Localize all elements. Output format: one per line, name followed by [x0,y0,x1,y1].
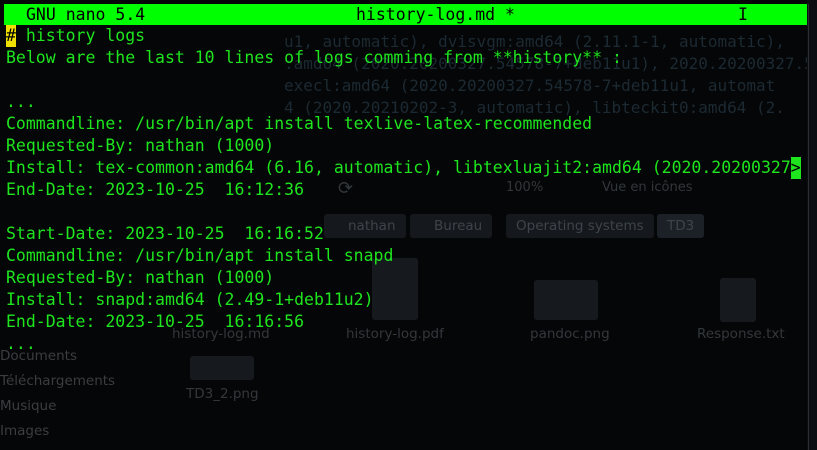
text-buffer[interactable]: # history logs Below are the last 10 lin… [6,25,806,450]
editor-version: GNU nano 5.4 [26,5,146,24]
buffer-line[interactable]: # history logs [6,25,145,47]
line-text: history logs [15,26,146,45]
buffer-line[interactable]: Start-Date: 2023-10-25 16:16:52 [6,223,324,245]
text-cursor: # [6,25,16,47]
line-overflow-marker: > [790,157,801,179]
buffer-line[interactable]: End-Date: 2023-10-25 16:12:36 [6,179,304,201]
buffer-line[interactable]: ... [6,333,36,355]
buffer-line[interactable]: Commandline: /usr/bin/apt install snapd [6,245,393,267]
window-border-line [808,4,809,450]
mode-indicator: I [738,5,748,24]
screen: u1, automatic), dvisvgm:amd64 (2.11.1-1,… [0,0,817,450]
buffer-line[interactable]: Requested-By: nathan (1000) [6,135,274,157]
buffer-line[interactable]: Commandline: /usr/bin/apt install texliv… [6,113,592,135]
line-text: Install: tex-common:amd64 (6.16, automat… [6,158,791,177]
buffer-line[interactable]: Requested-By: nathan (1000) [6,267,274,289]
nano-title-bar: GNU nano 5.4 history-log.md * I [4,4,807,25]
buffer-line[interactable]: ... [6,91,36,113]
buffer-line[interactable]: Install: tex-common:amd64 (6.16, automat… [6,157,801,179]
buffer-line[interactable]: Below are the last 10 lines of logs comm… [6,47,622,69]
file-name-modified: history-log.md * [356,5,515,24]
buffer-line[interactable]: End-Date: 2023-10-25 16:16:56 [6,311,304,333]
buffer-line[interactable]: Install: snapd:amd64 (2.49-1+deb11u2) [6,289,374,311]
